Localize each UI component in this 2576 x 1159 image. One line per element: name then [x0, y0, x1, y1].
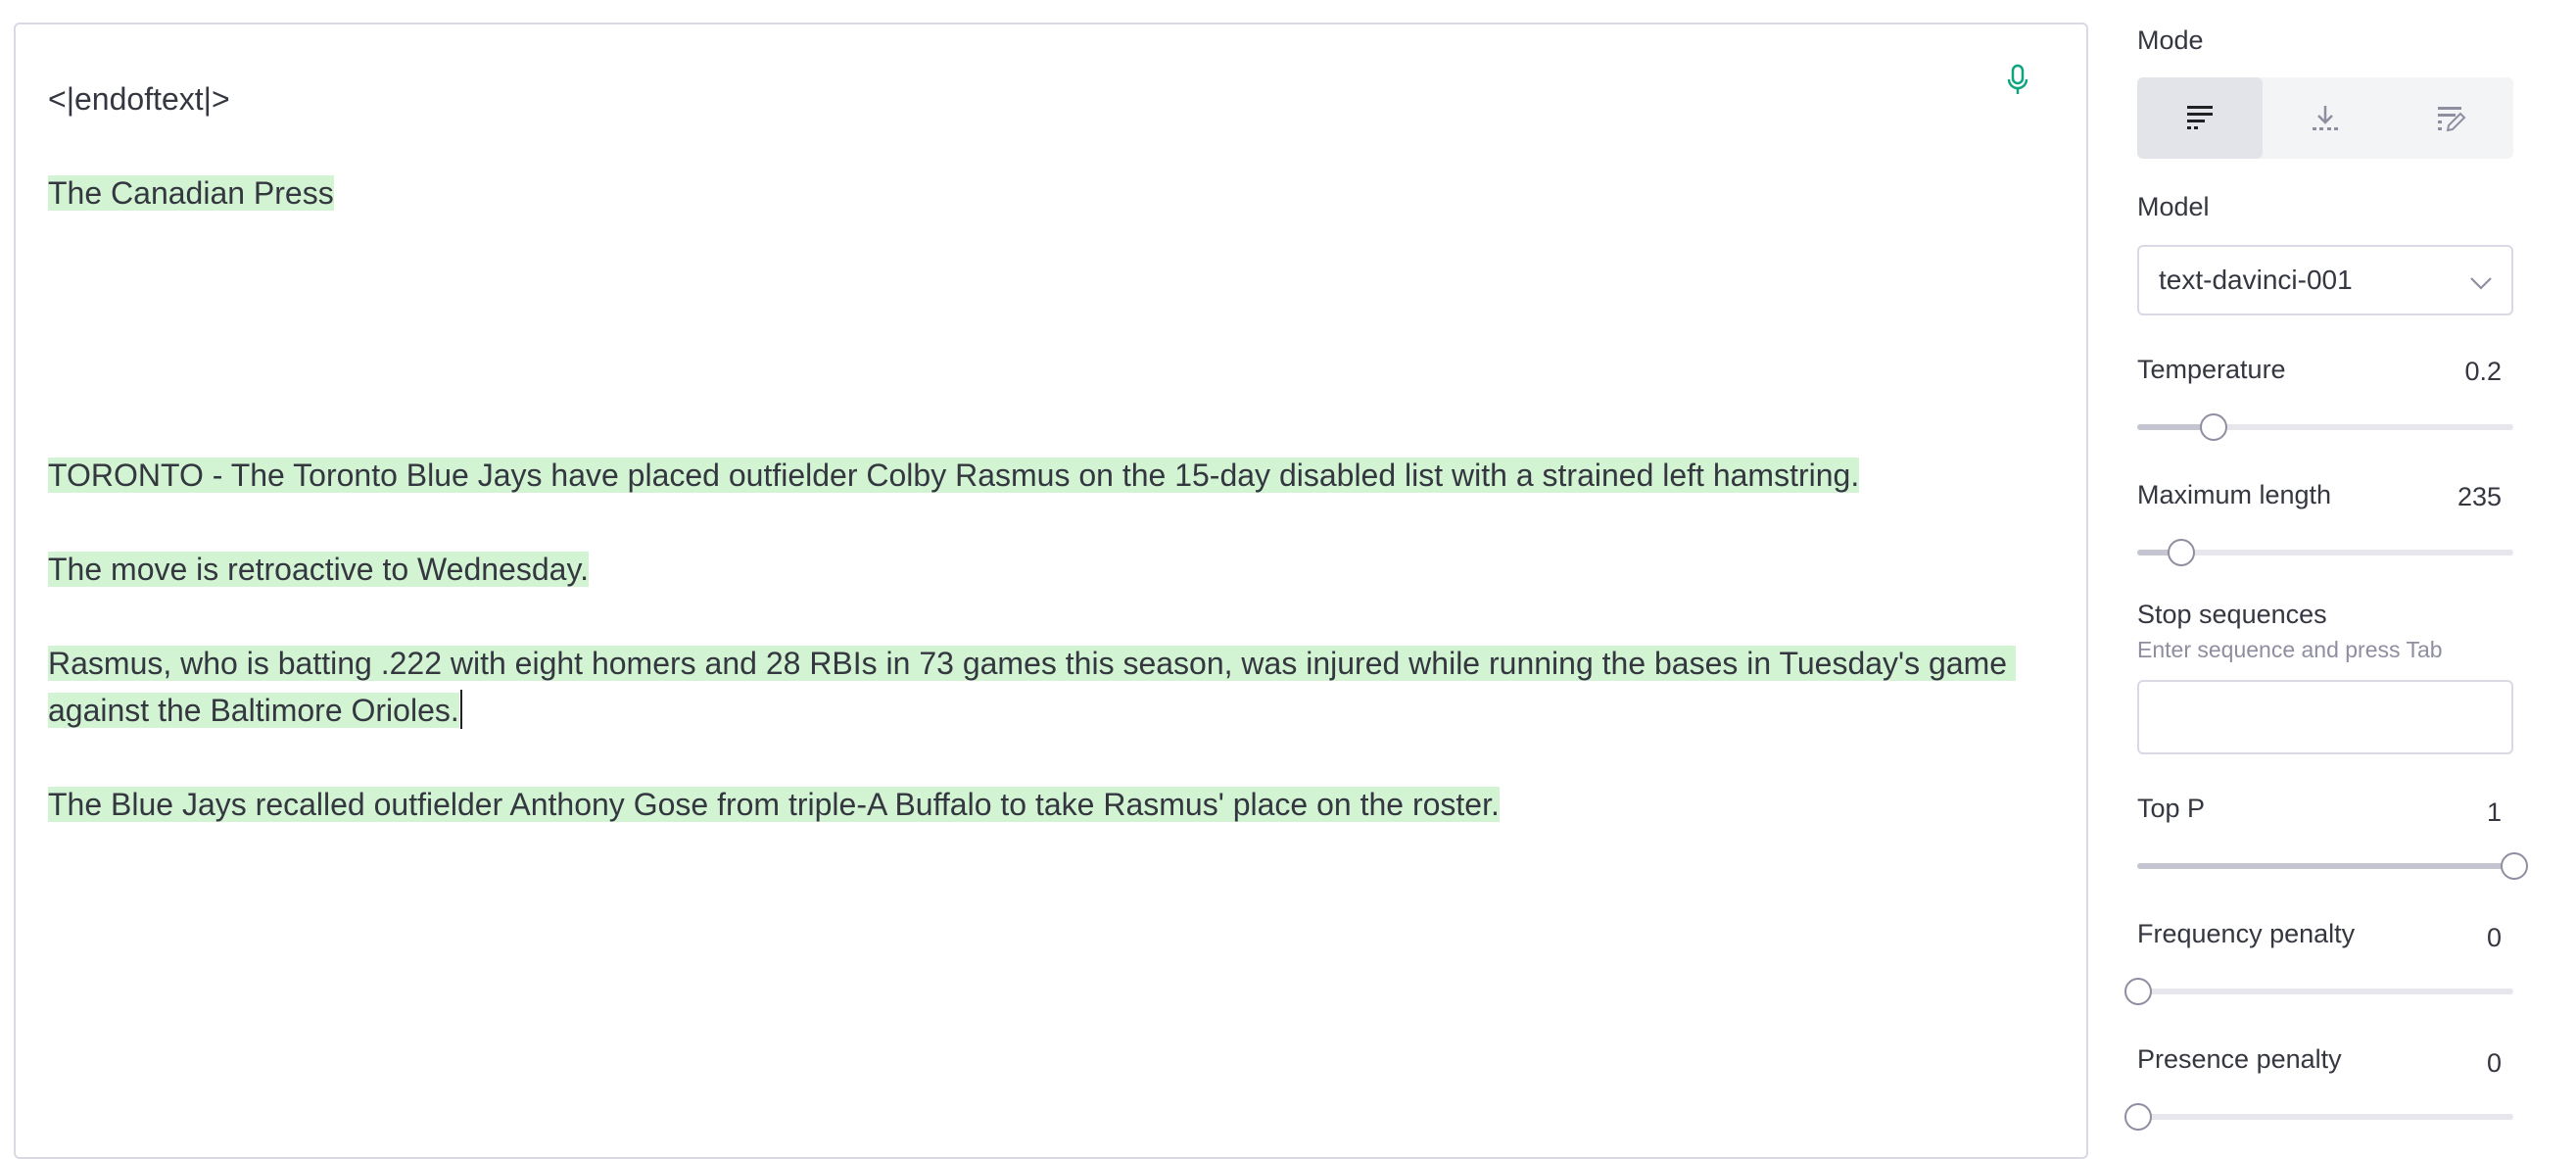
prompt-text[interactable]: <|endoftext|> The Canadian Press TORONTO -…: [48, 75, 2027, 875]
editor-paragraph: The Blue Jays recalled outfielder Anthon…: [48, 781, 2027, 828]
frequency-penalty-slider-handle[interactable]: [2124, 978, 2152, 1005]
mode-complete-button[interactable]: [2137, 77, 2263, 159]
completion-text: Rasmus, who is batting .222 with eight h…: [48, 646, 2016, 728]
top-p-slider[interactable]: [2137, 852, 2528, 880]
model-label: Model: [2137, 192, 2210, 221]
frequency-penalty-label: Frequency penalty: [2137, 919, 2356, 948]
editor-paragraph: [48, 264, 2027, 311]
prompt-token: <|endoftext|>: [48, 81, 230, 117]
editor-paragraph: The Canadian Press: [48, 169, 2027, 217]
stop-sequences-input[interactable]: [2137, 680, 2513, 754]
completion-text: The move is retroactive to Wednesday.: [48, 552, 589, 587]
insert-mode-icon: [2313, 105, 2338, 130]
microphone-icon[interactable]: [1998, 60, 2037, 99]
editor-paragraph: TORONTO - The Toronto Blue Jays have pla…: [48, 452, 2027, 499]
temperature-slider[interactable]: [2137, 413, 2513, 441]
top-p-slider-handle[interactable]: [2501, 852, 2528, 880]
editor-paragraph: Rasmus, who is batting .222 with eight h…: [48, 640, 2027, 734]
mode-selector: [2137, 77, 2513, 159]
max-length-label: Maximum length: [2137, 480, 2332, 509]
mode-insert-button[interactable]: [2263, 77, 2388, 159]
editor-paragraph: [48, 358, 2027, 405]
top-p-value[interactable]: 1: [2487, 797, 2502, 828]
prompt-editor[interactable]: <|endoftext|> The Canadian Press TORONTO -…: [14, 23, 2088, 1159]
max-length-slider-handle[interactable]: [2168, 539, 2195, 566]
top-p-slider-fill: [2137, 863, 2513, 869]
temperature-label: Temperature: [2137, 355, 2286, 384]
editor-paragraph: The move is retroactive to Wednesday.: [48, 546, 2027, 593]
model-select[interactable]: text-davinci-001: [2137, 245, 2513, 315]
complete-mode-icon: [2187, 105, 2213, 129]
presence-penalty-label: Presence penalty: [2137, 1044, 2342, 1074]
presence-penalty-slider-handle[interactable]: [2124, 1103, 2152, 1131]
completion-text: The Canadian Press: [48, 175, 334, 211]
stop-sequences-hint: Enter sequence and press Tab: [2137, 637, 2443, 662]
mode-edit-button[interactable]: [2388, 77, 2513, 159]
editor-paragraph: <|endoftext|>: [48, 75, 2027, 122]
temperature-slider-handle[interactable]: [2200, 413, 2227, 441]
presence-penalty-slider[interactable]: [2124, 1103, 2513, 1131]
presence-penalty-value[interactable]: 0: [2487, 1048, 2502, 1079]
text-cursor: [459, 690, 462, 729]
settings-sidebar: Mode Model text-davinci-001 Temperature …: [2124, 0, 2528, 1131]
frequency-penalty-slider[interactable]: [2124, 978, 2513, 1005]
completion-text: TORONTO - The Toronto Blue Jays have pla…: [48, 458, 1860, 493]
chevron-down-icon: [2470, 277, 2492, 290]
top-p-label: Top P: [2137, 794, 2206, 823]
temperature-value[interactable]: 0.2: [2464, 357, 2502, 387]
edit-mode-icon: [2438, 106, 2466, 131]
stop-sequences-label: Stop sequences: [2137, 600, 2327, 629]
mode-label: Mode: [2137, 25, 2204, 55]
max-length-slider[interactable]: [2137, 539, 2513, 566]
model-select-value: text-davinci-001: [2159, 265, 2353, 295]
frequency-penalty-value[interactable]: 0: [2487, 923, 2502, 953]
completion-text: The Blue Jays recalled outfielder Anthon…: [48, 787, 1500, 822]
max-length-value[interactable]: 235: [2457, 482, 2502, 512]
